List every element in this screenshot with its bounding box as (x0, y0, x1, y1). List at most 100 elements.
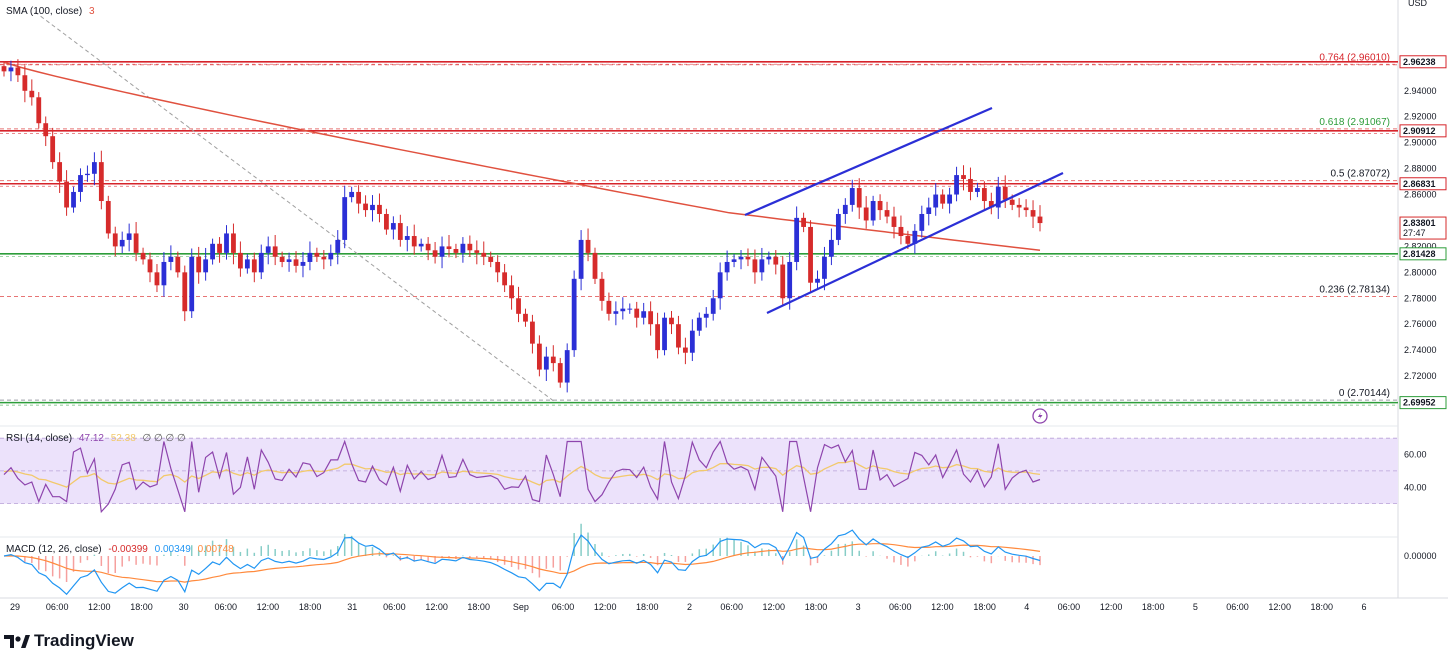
macd-legend-line-value: 0.00349 (154, 544, 191, 555)
plot-background (0, 0, 1398, 598)
macd-legend: MACD (12, 26, close) -0.00399 0.00349 0.… (6, 544, 234, 555)
candle-body (724, 261, 730, 273)
candle-body (703, 313, 709, 318)
candle-body (536, 343, 542, 370)
candle-body (279, 256, 285, 262)
time-tick-label: 12:00 (931, 602, 954, 612)
candle-body (794, 217, 800, 262)
candle-body (397, 223, 403, 240)
candle-body (22, 75, 28, 91)
candle-body (140, 252, 146, 260)
candle-body (933, 194, 939, 208)
chart-grid (0, 0, 1448, 599)
candle-body (467, 243, 473, 251)
candle-body (877, 201, 883, 211)
candle-body (300, 261, 306, 266)
candle-body (126, 233, 132, 240)
price-tag-label: 2.90912 (1403, 126, 1436, 136)
time-tick-label: 12:00 (594, 602, 617, 612)
candle-body (196, 256, 202, 273)
candle-body (641, 311, 647, 318)
candle-body (363, 203, 368, 211)
candle-body (620, 308, 626, 312)
price-tick-label: 2.94000 (1404, 86, 1437, 96)
time-tick-label: 06:00 (1226, 602, 1249, 612)
rsi-pane: 60.00 40.00 (0, 437, 1427, 514)
fib-level-label: 0.618 (2.91067) (1319, 117, 1390, 128)
time-tick-label: 18:00 (299, 602, 322, 612)
time-tick-label: 12:00 (88, 602, 111, 612)
time-tick-label: 18:00 (805, 602, 828, 612)
candle-body (307, 252, 313, 262)
rsi-tick-label: 40.00 (1404, 482, 1427, 492)
time-tick-label: 30 (179, 602, 189, 612)
candle-body (36, 97, 42, 124)
candle-body (509, 285, 514, 299)
candle-body (557, 363, 563, 383)
candle-body (488, 256, 494, 262)
candle-body (731, 259, 737, 262)
macd-tick-label: 0.00000 (1404, 551, 1437, 561)
price-tick-label: 2.92000 (1404, 112, 1437, 122)
candle-body (495, 261, 501, 273)
rsi-legend-value: 47.12 (78, 433, 104, 444)
candle-body (203, 259, 209, 273)
tradingview-logo-text: TradingView (34, 631, 134, 650)
candle-body (815, 278, 820, 283)
price-chart[interactable]: 60.00 40.00 0.00000 0.764 (2.96010) 0.618 … (0, 0, 1448, 670)
candle-body (564, 350, 570, 383)
candle-body (390, 223, 396, 230)
candle-body (940, 194, 946, 204)
candle-body (752, 259, 758, 273)
candle-body (1002, 186, 1008, 200)
candle-body (947, 194, 953, 204)
candle-body (1016, 204, 1022, 208)
candle-body (384, 213, 389, 230)
time-tick-label: 18:00 (1311, 602, 1334, 612)
candle-body (682, 347, 688, 353)
time-tick-label: 29 (10, 602, 20, 612)
candle-body (425, 243, 431, 251)
candle-body (613, 311, 619, 314)
macd-legend-label: MACD (12, 26, close) (6, 544, 102, 555)
candle-body (57, 162, 63, 182)
rsi-legend: RSI (14, close) 47.12 52.38 ∅ ∅ ∅ ∅ (6, 433, 186, 444)
fib-level-label: 0.236 (2.78134) (1319, 285, 1390, 296)
time-tick-label: 18:00 (467, 602, 490, 612)
candle-body (961, 175, 966, 179)
candle-body (119, 239, 125, 247)
candle-body (411, 236, 417, 247)
price-axis: 2.940002.920002.900002.880002.860002.820… (1399, 55, 1447, 410)
candle-body (251, 259, 257, 273)
time-tick-label: 2 (687, 602, 692, 612)
candle-body (8, 67, 14, 72)
candle-body (377, 204, 382, 214)
candle-body (418, 243, 424, 247)
time-tick-label: 18:00 (973, 602, 996, 612)
candle-body (801, 217, 806, 227)
candle-body (634, 308, 640, 318)
rsi-tick-label: 60.00 (1404, 450, 1427, 460)
candle-body (71, 191, 76, 208)
time-tick-label: 06:00 (720, 602, 743, 612)
candle-body (258, 252, 264, 273)
candle-body (502, 272, 508, 286)
price-tag-label: 2.86831 (1403, 179, 1436, 189)
candle-body (112, 233, 118, 247)
candle-body (1, 66, 7, 72)
time-tick-label: 06:00 (46, 602, 69, 612)
candle-body (808, 226, 813, 283)
candle-body (314, 252, 320, 257)
candle-body (842, 204, 848, 214)
macd-legend-signal-value: 0.00748 (197, 544, 234, 555)
candle-body (286, 259, 292, 262)
candle-body (1030, 210, 1036, 217)
candle-body (759, 259, 765, 273)
candle-body (689, 330, 695, 353)
time-tick-label: 12:00 (257, 602, 280, 612)
candle-body (29, 90, 35, 98)
candle-body (453, 248, 459, 253)
sma-legend: SMA (100, close) 3 (6, 6, 95, 17)
candle-body (265, 246, 271, 253)
tradingview-logo[interactable]: TradingView (4, 631, 134, 651)
